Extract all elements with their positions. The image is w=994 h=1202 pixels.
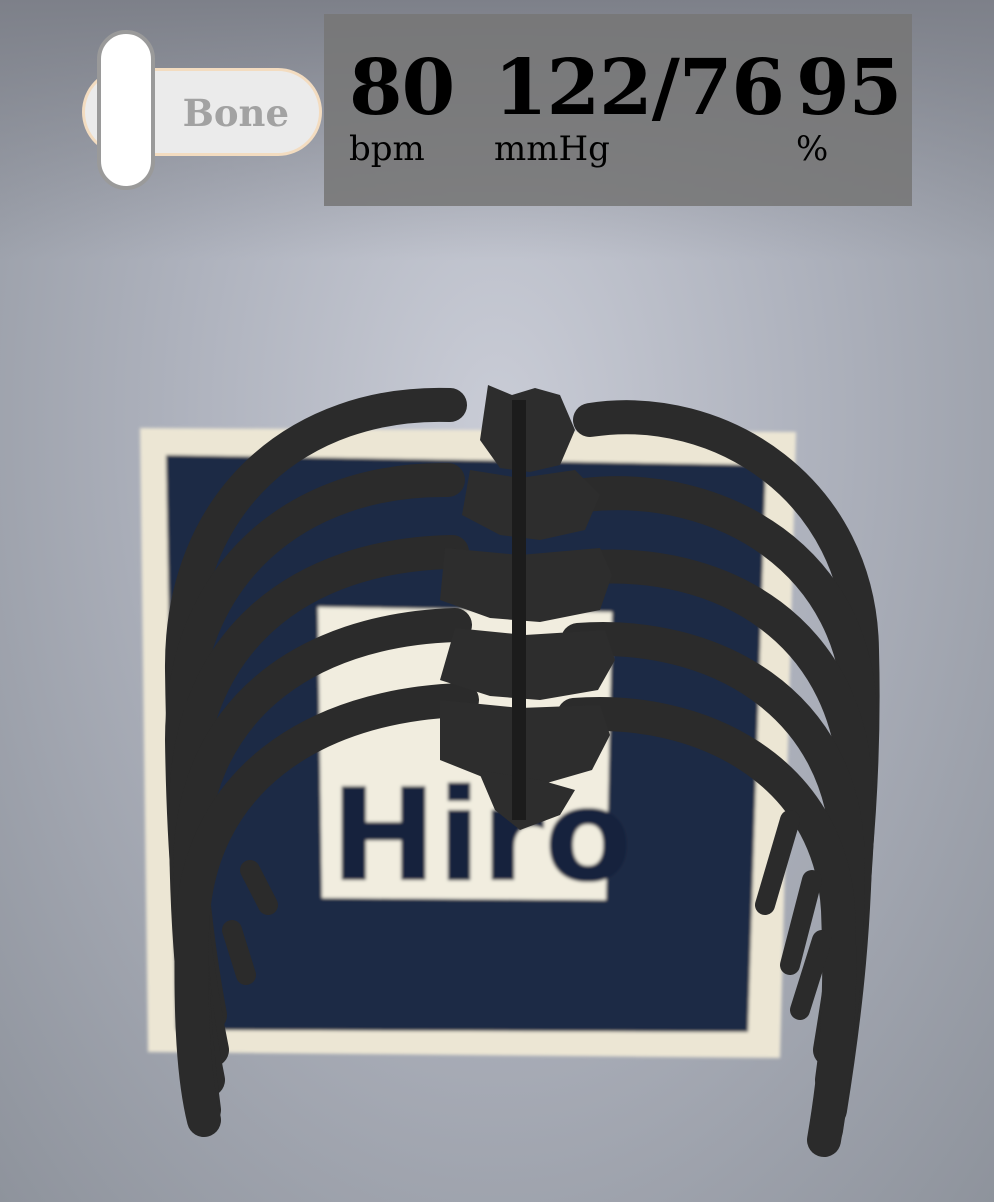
toggle-knob[interactable]: [97, 30, 155, 190]
heart-rate-value: 80: [349, 43, 455, 133]
heart-rate-unit: bpm: [349, 129, 425, 169]
hiro-marker-text: Hiro: [330, 762, 632, 911]
blood-pressure-readout: 122/76 mmHg: [494, 43, 785, 169]
blood-pressure-unit: mmHg: [494, 129, 610, 169]
oxygen-saturation-value: 95: [796, 43, 902, 133]
oxygen-saturation-readout: 95 %: [796, 43, 902, 169]
bone-toggle-label: Bone: [182, 91, 289, 135]
heart-rate-readout: 80 bpm: [349, 43, 455, 169]
oxygen-saturation-unit: %: [796, 129, 829, 169]
blood-pressure-value: 122/76: [494, 43, 785, 133]
vitals-panel: 80 bpm 122/76 mmHg 95 %: [324, 14, 912, 206]
